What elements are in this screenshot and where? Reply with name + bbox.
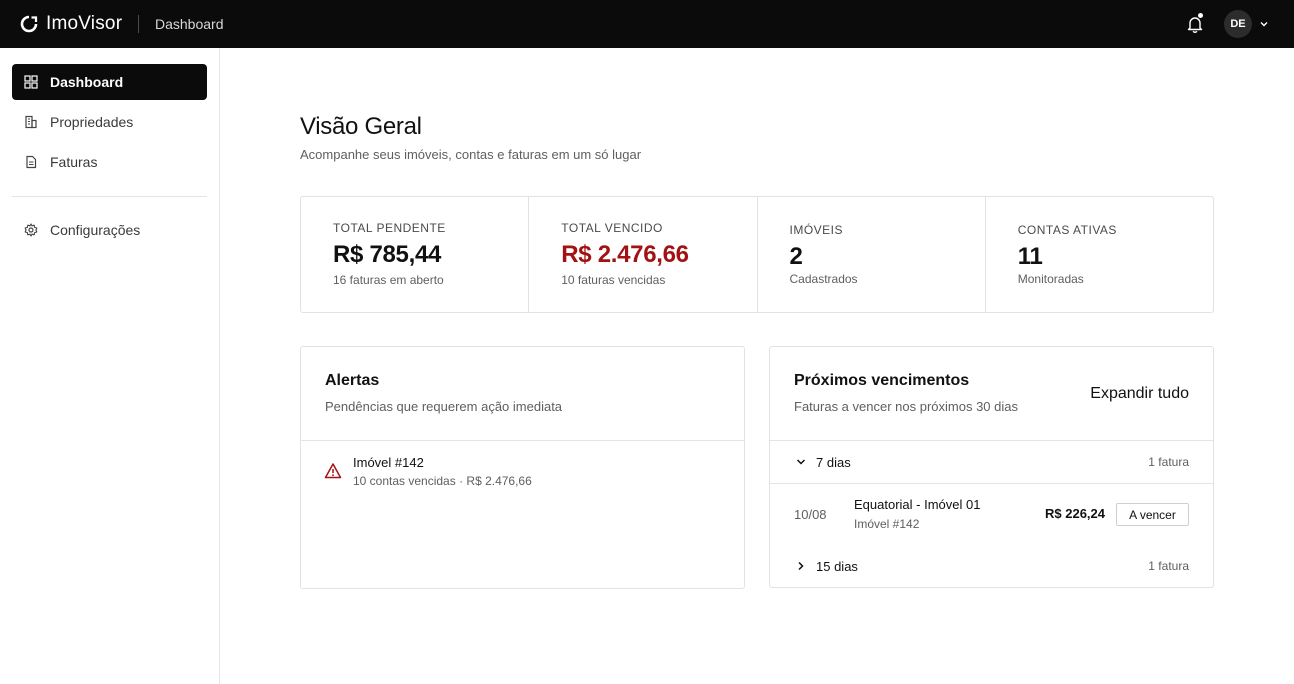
- sidebar: Dashboard Propriedades Faturas Configura…: [0, 48, 220, 684]
- topbar-divider: [138, 15, 139, 33]
- stat-note: Cadastrados: [789, 272, 858, 286]
- sidebar-item-label: Dashboard: [50, 74, 124, 90]
- row-divider: [770, 483, 1213, 484]
- invoice-name: Equatorial - Imóvel 01: [854, 497, 981, 512]
- logo-icon: [20, 15, 38, 33]
- stat-label: TOTAL VENCIDO: [561, 221, 663, 235]
- stat-value: R$ 2.476,66: [561, 241, 689, 268]
- grid-icon: [24, 75, 38, 89]
- page-title: Visão Geral: [300, 113, 422, 140]
- expand-all-button[interactable]: Expandir tudo: [1090, 385, 1189, 403]
- group-label: 15 dias: [816, 558, 858, 574]
- sidebar-item-label: Propriedades: [50, 114, 134, 130]
- group-count: 1 fatura: [1148, 559, 1189, 573]
- app-logo[interactable]: ImoVisor: [20, 13, 122, 35]
- user-avatar[interactable]: DE: [1224, 10, 1252, 38]
- group-count: 1 fatura: [1148, 455, 1189, 469]
- card-divider: [770, 440, 1213, 441]
- chevron-down-icon: [796, 459, 806, 465]
- status-badge: A vencer: [1116, 503, 1189, 526]
- stat-label: CONTAS ATIVAS: [1017, 223, 1117, 237]
- sidebar-item-label: Faturas: [50, 154, 98, 170]
- stat-total-pendente: TOTAL PENDENTE R$ 785,44 16 faturas em a…: [301, 197, 530, 312]
- stat-imoveis: IMÓVEIS 2 Cadastrados: [758, 197, 986, 312]
- alert-title: Imóvel #142: [353, 455, 424, 470]
- upcoming-card: Próximos vencimentos Faturas a vencer no…: [769, 346, 1214, 588]
- building-icon: [25, 115, 37, 129]
- group-row-7-dias[interactable]: 7 dias 1 fatura: [770, 442, 1213, 482]
- chevron-down-icon[interactable]: [1258, 18, 1270, 30]
- upcoming-subtitle: Faturas a vencer nos próximos 30 dias: [794, 399, 1018, 414]
- top-bar: ImoVisor Dashboard DE: [0, 0, 1294, 48]
- breadcrumb: Dashboard: [155, 16, 224, 32]
- sidebar-item-configuracoes[interactable]: Configurações: [12, 212, 207, 248]
- upcoming-title: Próximos vencimentos: [794, 372, 970, 389]
- sidebar-item-faturas[interactable]: Faturas: [12, 144, 207, 180]
- app-name: ImoVisor: [46, 13, 123, 34]
- notification-dot: [1198, 13, 1203, 18]
- alerts-card: Alertas Pendências que requerem ação ime…: [300, 346, 745, 589]
- alerts-title: Alertas: [325, 372, 380, 389]
- group-label: 7 dias: [816, 454, 851, 470]
- stat-total-vencido: TOTAL VENCIDO R$ 2.476,66 10 faturas ven…: [529, 197, 758, 312]
- stat-value: R$ 785,44: [333, 241, 442, 268]
- stat-note: 10 faturas vencidas: [561, 273, 666, 287]
- gear-icon: [24, 223, 38, 237]
- sidebar-item-dashboard[interactable]: Dashboard: [12, 64, 207, 100]
- stat-label: IMÓVEIS: [789, 223, 844, 237]
- stat-label: TOTAL PENDENTE: [333, 221, 446, 235]
- user-initials: DE: [1230, 18, 1246, 30]
- chevron-right-icon: [798, 561, 804, 571]
- sidebar-item-label: Configurações: [50, 222, 141, 238]
- stat-value: 2: [789, 243, 803, 270]
- stat-note: Monitoradas: [1017, 272, 1084, 286]
- sidebar-divider: [12, 196, 207, 197]
- stats-panel: TOTAL PENDENTE R$ 785,44 16 faturas em a…: [300, 196, 1214, 313]
- stat-note: 16 faturas em aberto: [333, 273, 444, 287]
- alert-detail: 10 contas vencidas · R$ 2.476,66: [353, 474, 532, 488]
- invoice-amount: R$ 226,24: [1045, 506, 1105, 521]
- card-divider: [301, 440, 744, 441]
- stat-value: 11: [1017, 243, 1043, 270]
- sidebar-item-propriedades[interactable]: Propriedades: [12, 104, 207, 140]
- stat-contas-ativas: CONTAS ATIVAS 11 Monitoradas: [986, 197, 1213, 312]
- invoice-property: Imóvel #142: [854, 517, 920, 531]
- alerts-subtitle: Pendências que requerem ação imediata: [325, 399, 563, 414]
- invoice-date: 10/08: [794, 507, 827, 522]
- document-icon: [26, 155, 37, 169]
- group-row-15-dias[interactable]: 15 dias 1 fatura: [770, 546, 1213, 586]
- warning-triangle-icon: [324, 463, 342, 479]
- page-subtitle: Acompanhe seus imóveis, contas e faturas…: [300, 147, 642, 162]
